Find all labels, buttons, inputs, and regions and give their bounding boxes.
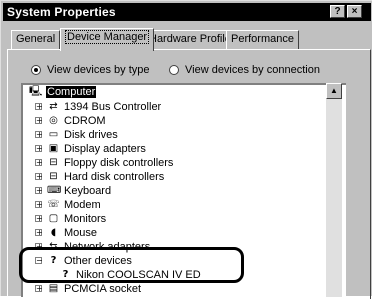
tree-item-network-adapters[interactable]: + ⇆ Network adapters — [35, 240, 150, 253]
expand-icon[interactable]: + — [35, 103, 43, 111]
question-icon: ? — [50, 255, 57, 266]
expand-icon[interactable]: + — [35, 117, 43, 125]
tree-item-label: Keyboard — [64, 184, 112, 197]
expand-icon[interactable]: + — [35, 243, 43, 251]
window-title: System Properties — [7, 5, 116, 19]
tab-performance-label: Performance — [231, 33, 294, 45]
scroll-up-button[interactable]: ▲ — [326, 83, 342, 99]
tree-item-label: Disk drives — [64, 128, 118, 141]
keyboard-icon: ⌨ — [47, 185, 62, 196]
pcmcia-icon: ▤ — [48, 283, 59, 294]
tree-item-other-devices[interactable]: − ? Other devices — [35, 254, 132, 267]
view-by-connection-option[interactable]: View devices by connection — [169, 63, 320, 77]
view-by-type-label: View devices by type — [47, 64, 150, 76]
modem-icon: ☏ — [47, 199, 60, 210]
tree-item-keyboard[interactable]: + ⌨ Keyboard — [35, 184, 111, 197]
tab-general-label: General — [16, 33, 56, 45]
tree-item-label: 1394 Bus Controller — [64, 100, 162, 113]
tree-item-display-adapters[interactable]: + ▣ Display adapters — [35, 142, 146, 155]
system-properties-window: System Properties ? × General Device Man… — [0, 0, 372, 299]
expand-icon[interactable]: + — [35, 215, 43, 223]
tree-item-label: Monitors — [64, 212, 107, 225]
tab-hardware-profiles-label: Hardware Profiles — [149, 33, 237, 45]
bus-controller-icon: ⇄ — [49, 101, 58, 112]
tree-item-label: Floppy disk controllers — [64, 156, 174, 169]
tab-device-manager[interactable]: Device Manager — [60, 28, 155, 51]
tab-general[interactable]: General — [11, 30, 61, 49]
tree-root-label: Computer — [46, 85, 97, 98]
expand-icon[interactable]: + — [35, 285, 43, 293]
expand-icon[interactable]: + — [35, 173, 43, 181]
cdrom-icon: ◎ — [49, 115, 58, 126]
tree-item-label: CDROM — [64, 114, 106, 127]
expand-icon[interactable]: + — [35, 159, 43, 167]
tree-item-label: Display adapters — [64, 142, 146, 155]
floppy-controller-icon: ⊟ — [49, 157, 58, 168]
title-bar[interactable]: System Properties ? × — [3, 3, 371, 21]
tree-item-pcmcia-socket[interactable]: + ▤ PCMCIA socket — [35, 282, 141, 295]
tree-root-computer[interactable]: 🖳 Computer — [29, 85, 97, 98]
help-button[interactable]: ? — [330, 5, 345, 18]
collapse-icon[interactable]: − — [35, 257, 43, 265]
expand-icon[interactable]: + — [35, 131, 43, 139]
disk-drive-icon: ▭ — [48, 129, 59, 140]
view-by-type-option[interactable]: View devices by type — [31, 63, 150, 77]
tree-item-hard-disk-controllers[interactable]: + ⊟ Hard disk controllers — [35, 170, 164, 183]
hard-disk-controller-icon: ⊟ — [49, 171, 58, 182]
tree-item-label: PCMCIA socket — [64, 282, 142, 295]
mouse-icon: ◖ — [50, 227, 57, 238]
tree-item-label: Hard disk controllers — [64, 170, 165, 183]
computer-icon: 🖳 — [29, 86, 43, 97]
tree-item-label: Mouse — [64, 226, 98, 239]
tree-item-nikon-coolscan[interactable]: ? Nikon COOLSCAN IV ED — [59, 268, 201, 281]
tree-item-modem[interactable]: + ☏ Modem — [35, 198, 101, 211]
tree-item-label: Network adapters — [64, 240, 151, 253]
expand-icon[interactable]: + — [35, 201, 43, 209]
tree-item-mouse[interactable]: + ◖ Mouse — [35, 226, 97, 239]
radio-by-connection[interactable] — [169, 65, 179, 75]
tab-performance[interactable]: Performance — [226, 30, 299, 49]
tab-strip: General Device Manager Hardware Profiles… — [7, 28, 371, 51]
expand-icon[interactable]: + — [35, 187, 43, 195]
monitor-icon: ▢ — [48, 213, 59, 224]
tree-item-label: Nikon COOLSCAN IV ED — [76, 268, 201, 281]
tree-scrollbar[interactable]: ▲ — [326, 83, 342, 297]
close-button[interactable]: × — [347, 5, 362, 18]
radio-by-type[interactable] — [31, 65, 41, 75]
tab-device-manager-label: Device Manager — [65, 30, 150, 44]
tree-item-1394-bus-controller[interactable]: + ⇄ 1394 Bus Controller — [35, 100, 161, 113]
network-adapter-icon: ⇆ — [49, 241, 58, 252]
expand-icon[interactable]: + — [35, 145, 43, 153]
tree-item-monitors[interactable]: + ▢ Monitors — [35, 212, 106, 225]
display-adapter-icon: ▣ — [48, 143, 59, 154]
question-icon: ? — [62, 269, 69, 280]
tree-item-label: Modem — [64, 198, 101, 211]
view-by-connection-label: View devices by connection — [185, 64, 320, 76]
tree-item-disk-drives[interactable]: + ▭ Disk drives — [35, 128, 118, 141]
tree-item-cdrom[interactable]: + ◎ CDROM — [35, 114, 106, 127]
expand-icon[interactable]: + — [35, 229, 43, 237]
tree-item-label: Other devices — [64, 254, 132, 267]
tree-item-floppy-disk-controllers[interactable]: + ⊟ Floppy disk controllers — [35, 156, 173, 169]
device-tree[interactable]: 🖳 Computer + ⇄ 1394 Bus Controller + ◎ C… — [21, 83, 346, 297]
